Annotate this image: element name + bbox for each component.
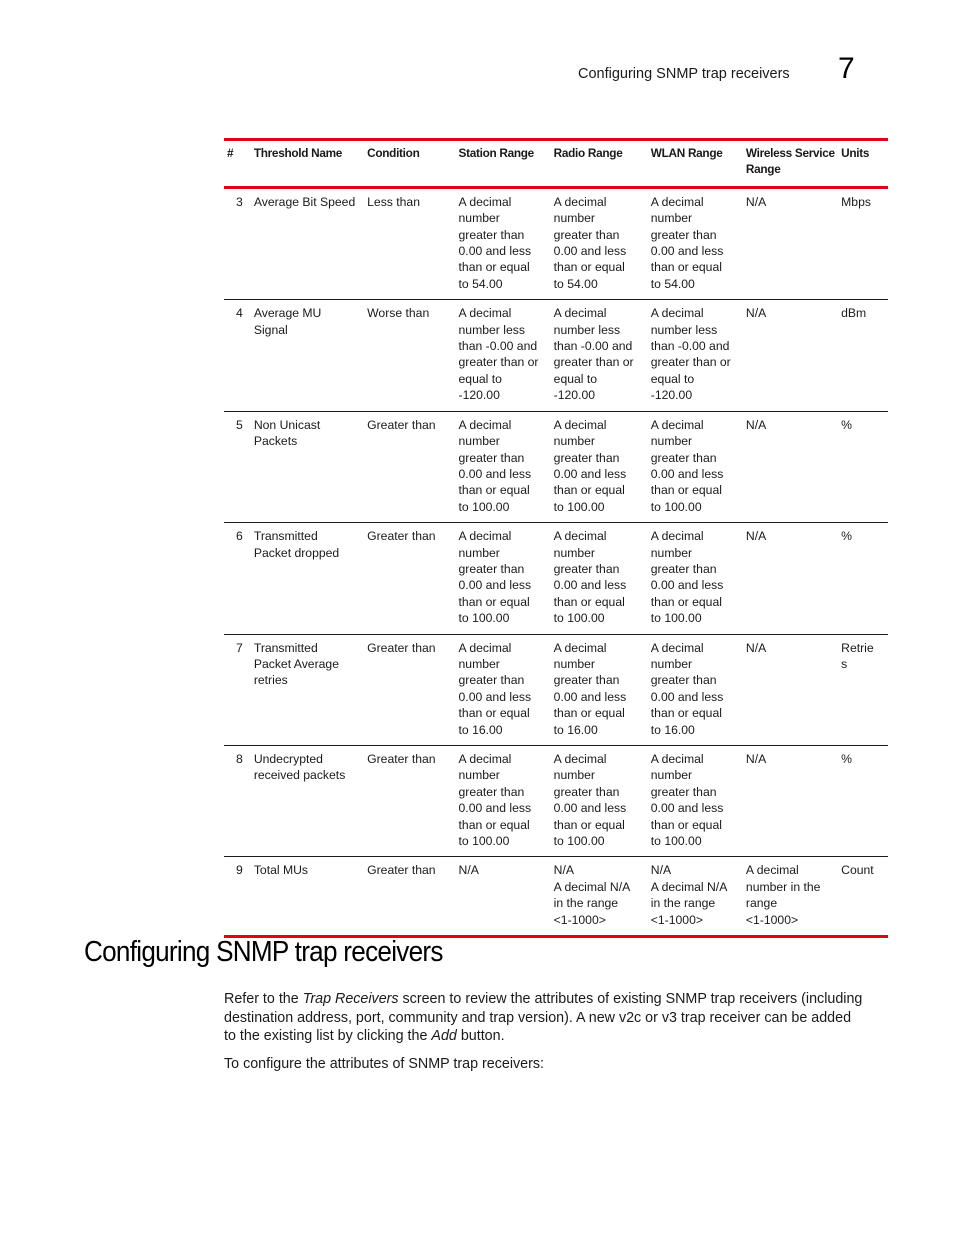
cell-threshold-name: Non Unicast Packets <box>253 417 321 449</box>
instruction-paragraph: To configure the attributes of SNMP trap… <box>224 1056 544 1072</box>
cell-wlan-range: A decimal number greater than 0.00 and l… <box>650 640 724 737</box>
cell-condition: Greater than <box>367 752 436 766</box>
cell-station-range: A decimal number greater than 0.00 and l… <box>458 640 532 737</box>
cell-units: % <box>841 752 852 766</box>
cell-wlan-range: N/A A decimal N/A in the range <1-1000> <box>650 863 728 927</box>
cell-station-range: A decimal number greater than 0.00 and l… <box>458 752 532 849</box>
cell-station-range: N/A <box>458 863 479 878</box>
table-row: 3 Average Bit Speed Less than A decimal … <box>224 187 888 300</box>
intro-text-end: button. <box>456 1028 505 1045</box>
column-header-condition: Condition <box>367 146 420 160</box>
cell-radio-range: A decimal number less than -0.00 and gre… <box>553 306 634 403</box>
cell-condition: Worse than <box>367 306 430 321</box>
cell-units: dBm <box>841 306 867 321</box>
cell-number: 6 <box>236 529 243 544</box>
cell-number: 3 <box>236 194 243 209</box>
cell-units: Mbps <box>841 194 871 209</box>
table-row: 7 Transmitted Packet Average retries Gre… <box>224 634 888 746</box>
cell-condition: Greater than <box>367 863 436 878</box>
cell-units: Retrie s <box>841 640 874 671</box>
cell-wireless-service-range: N/A <box>745 752 767 766</box>
cell-condition: Greater than <box>367 417 436 432</box>
add-button-ref: Add <box>431 1028 457 1045</box>
table-header-row: # Threshold Name Condition Station Range… <box>224 139 888 188</box>
column-header-number: # <box>227 146 234 160</box>
cell-threshold-name: Undecrypted received packets <box>253 752 346 783</box>
trap-receivers-screen-ref: Trap Receivers <box>302 991 399 1007</box>
cell-wireless-service-range: N/A <box>745 640 767 655</box>
cell-number: 4 <box>236 306 243 321</box>
table-row: 5 Non Unicast Packets Greater than A dec… <box>224 411 888 523</box>
cell-station-range: A decimal number greater than 0.00 and l… <box>458 417 532 514</box>
table-row: 8 Undecrypted received packets Greater t… <box>224 746 888 857</box>
column-header-units: Units <box>841 146 870 160</box>
cell-number: 7 <box>236 640 243 655</box>
intro-paragraph: Refer to the Trap Receivers screen to re… <box>224 990 864 1046</box>
threshold-table: # Threshold Name Condition Station Range… <box>224 138 888 938</box>
cell-threshold-name: Total MUs <box>253 863 309 878</box>
cell-threshold-name: Transmitted Packet Average retries <box>253 640 339 688</box>
cell-threshold-name: Transmitted Packet dropped <box>253 529 340 560</box>
cell-radio-range: A decimal number greater than 0.00 and l… <box>553 640 627 737</box>
cell-wlan-range: A decimal number greater than 0.00 and l… <box>650 529 724 626</box>
cell-condition: Greater than <box>367 640 436 655</box>
table-row: 6 Transmitted Packet dropped Greater tha… <box>224 523 888 635</box>
section-title: Configuring SNMP trap receivers <box>84 936 443 968</box>
cell-radio-range: A decimal number greater than 0.00 and l… <box>553 752 627 849</box>
cell-units: % <box>841 417 852 432</box>
column-header-wlan-range: WLAN Range <box>650 146 723 160</box>
cell-condition: Greater than <box>367 529 436 544</box>
cell-wireless-service-range: N/A <box>745 417 767 432</box>
column-header-station-range: Station Range <box>458 146 535 160</box>
cell-threshold-name: Average MU Signal <box>253 306 322 337</box>
table-row: 9 Total MUs Greater than N/A N/A A decim… <box>224 857 888 937</box>
cell-radio-range: A decimal number greater than 0.00 and l… <box>553 417 627 514</box>
cell-station-range: A decimal number greater than 0.00 and l… <box>458 194 532 291</box>
cell-wlan-range: A decimal number greater than 0.00 and l… <box>650 752 724 849</box>
cell-wireless-service-range: N/A <box>745 306 767 321</box>
chapter-number: 7 <box>838 52 855 85</box>
intro-text-start: Refer to the <box>224 991 303 1007</box>
cell-number: 9 <box>236 863 243 878</box>
cell-wlan-range: A decimal number less than -0.00 and gre… <box>650 306 731 403</box>
cell-units: Count <box>841 863 874 878</box>
cell-number: 8 <box>236 752 243 766</box>
table-row: 4 Average MU Signal Worse than A decimal… <box>224 300 888 412</box>
running-header: Configuring SNMP trap receivers <box>578 66 790 82</box>
cell-wlan-range: A decimal number greater than 0.00 and l… <box>650 194 724 291</box>
cell-radio-range: N/A A decimal N/A in the range <1-1000> <box>553 863 631 927</box>
cell-radio-range: A decimal number greater than 0.00 and l… <box>553 194 627 291</box>
cell-number: 5 <box>236 417 243 432</box>
cell-station-range: A decimal number greater than 0.00 and l… <box>458 529 532 626</box>
cell-units: % <box>841 529 852 544</box>
cell-wireless-service-range: N/A <box>745 194 767 209</box>
column-header-radio-range: Radio Range <box>553 146 623 160</box>
cell-wireless-service-range: N/A <box>745 529 767 544</box>
cell-wireless-service-range: A decimal number in the range <1-1000> <box>745 863 821 927</box>
column-header-threshold-name: Threshold Name <box>253 146 343 160</box>
cell-station-range: A decimal number less than -0.00 and gre… <box>458 306 539 403</box>
cell-condition: Less than <box>367 194 420 209</box>
column-header-wireless-service-range: Wireless Service Range <box>745 146 835 177</box>
cell-radio-range: A decimal number greater than 0.00 and l… <box>553 529 627 626</box>
cell-threshold-name: Average Bit Speed <box>253 194 356 209</box>
cell-wlan-range: A decimal number greater than 0.00 and l… <box>650 417 724 514</box>
